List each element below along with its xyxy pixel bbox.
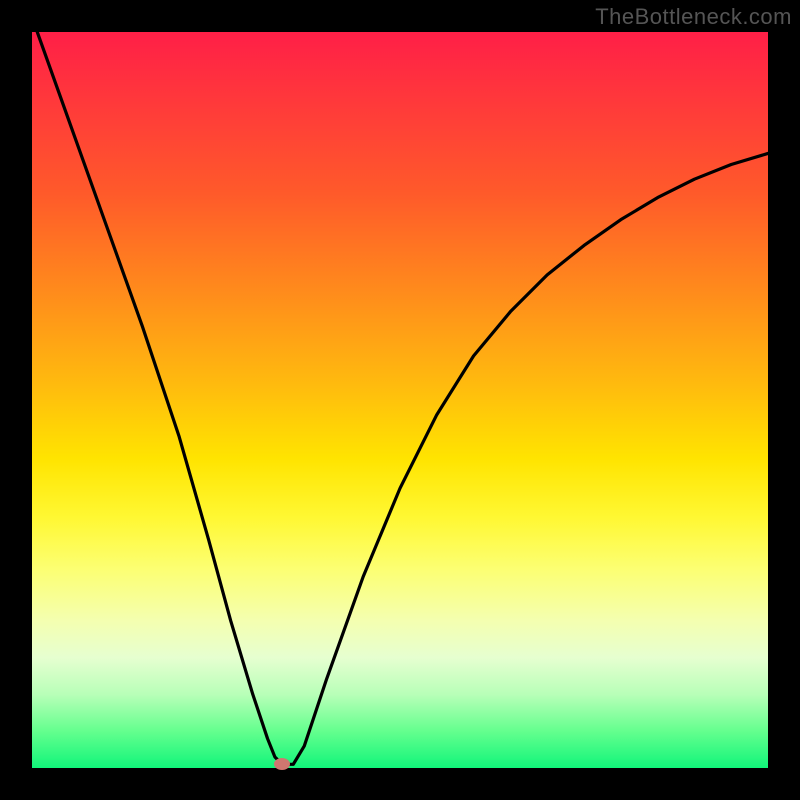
optimum-marker [274,758,290,770]
chart-frame: TheBottleneck.com [0,0,800,800]
plot-area [32,32,768,768]
curve-svg [32,32,768,768]
watermark-text: TheBottleneck.com [595,4,792,30]
bottleneck-curve [32,32,768,764]
